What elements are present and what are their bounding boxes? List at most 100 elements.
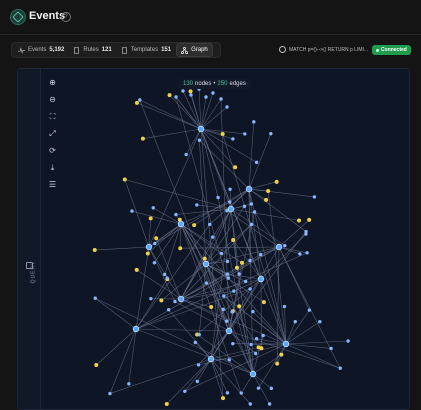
graph-node[interactable] — [211, 91, 214, 94]
graph-hub-node[interactable] — [198, 126, 204, 132]
graph-node[interactable] — [149, 216, 153, 220]
graph-node[interactable] — [249, 343, 252, 346]
graph-node[interactable] — [228, 188, 231, 191]
graph-node[interactable] — [269, 132, 272, 135]
graph-node[interactable] — [123, 177, 127, 181]
graph-node[interactable] — [196, 380, 199, 383]
graph-hub-node[interactable] — [250, 371, 256, 377]
graph-node[interactable] — [233, 165, 237, 169]
graph-node[interactable] — [167, 308, 170, 311]
graph-hub-node[interactable] — [146, 244, 152, 250]
graph-node[interactable] — [153, 242, 156, 245]
graph-node[interactable] — [138, 98, 141, 101]
settings-sliders-icon[interactable]: ☰ — [48, 181, 57, 189]
graph-node[interactable] — [173, 300, 176, 303]
tab-rules[interactable]: Rules 121 — [69, 44, 115, 56]
graph-hub-node[interactable] — [178, 221, 184, 227]
graph-node[interactable] — [183, 390, 186, 393]
graph-node[interactable] — [298, 252, 301, 255]
graph-node[interactable] — [283, 244, 286, 247]
graph-node[interactable] — [181, 89, 184, 92]
graph-node[interactable] — [318, 320, 321, 323]
graph-node[interactable] — [248, 259, 251, 262]
graph-node[interactable] — [146, 251, 150, 255]
graph-node[interactable] — [152, 206, 155, 209]
query-rail[interactable]: QUERY — [18, 69, 41, 409]
graph-node[interactable] — [257, 345, 261, 349]
graph-node[interactable] — [127, 382, 130, 385]
graph-node[interactable] — [174, 213, 177, 216]
graph-hub-node[interactable] — [258, 276, 264, 282]
graph-node[interactable] — [231, 238, 235, 242]
graph-node[interactable] — [240, 261, 244, 265]
graph-node[interactable] — [226, 391, 229, 394]
zoom-out-icon[interactable]: ⊖ — [48, 96, 57, 104]
graph-node[interactable] — [222, 294, 225, 297]
graph-node[interactable] — [203, 257, 207, 261]
graph-node[interactable] — [255, 161, 258, 164]
graph-node[interactable] — [226, 273, 229, 276]
graph-node[interactable] — [257, 386, 260, 389]
graph-node[interactable] — [249, 402, 252, 405]
graph-node[interactable] — [141, 137, 145, 141]
graph-node[interactable] — [243, 205, 246, 208]
graph-node[interactable] — [135, 268, 139, 272]
graph-node[interactable] — [221, 132, 225, 136]
graph-node[interactable] — [198, 333, 201, 336]
graph-node[interactable] — [219, 97, 222, 100]
graph-node[interactable] — [283, 305, 286, 308]
graph-node[interactable] — [165, 276, 168, 279]
graph-hub-node[interactable] — [283, 341, 289, 347]
fit-screen-icon[interactable]: ⛶ — [48, 113, 57, 121]
graph-node[interactable] — [216, 196, 219, 199]
graph-node[interactable] — [153, 261, 156, 264]
graph-hub-node[interactable] — [228, 206, 234, 212]
graph-node[interactable] — [304, 232, 307, 235]
graph-visualization[interactable] — [41, 69, 409, 409]
graph-node[interactable] — [222, 308, 225, 311]
graph-node[interactable] — [275, 362, 279, 366]
graph-node[interactable] — [268, 402, 271, 405]
graph-node[interactable] — [195, 203, 198, 206]
graph-node[interactable] — [197, 363, 200, 366]
graph-node[interactable] — [329, 347, 332, 350]
expand-icon[interactable]: ⤢ — [48, 130, 57, 138]
download-icon[interactable]: ⤓ — [48, 164, 57, 172]
graph-node[interactable] — [205, 281, 208, 284]
graph-node[interactable] — [228, 200, 231, 203]
graph-node[interactable] — [279, 353, 283, 357]
graph-node[interactable] — [189, 93, 192, 96]
graph-node[interactable] — [178, 246, 182, 250]
graph-node[interactable] — [251, 310, 254, 313]
graph-node[interactable] — [305, 251, 308, 254]
graph-node[interactable] — [297, 218, 301, 222]
graph-node[interactable] — [243, 132, 246, 135]
graph-node[interactable] — [227, 276, 230, 279]
graph-node[interactable] — [308, 308, 311, 311]
graph-node[interactable] — [253, 210, 256, 213]
graph-node[interactable] — [270, 387, 273, 390]
tab-graph[interactable]: Graph — [176, 43, 213, 57]
graph-node[interactable] — [294, 320, 297, 323]
graph-node[interactable] — [259, 253, 262, 256]
graph-hub-node[interactable] — [226, 328, 232, 334]
graph-node[interactable] — [275, 180, 279, 184]
graph-node[interactable] — [250, 223, 253, 226]
active-query[interactable]: MATCH p=()-->() RETURN p LIMI... — [279, 46, 368, 53]
graph-node[interactable] — [165, 402, 169, 406]
graph-node[interactable] — [235, 266, 239, 270]
graph-node[interactable] — [163, 273, 166, 276]
graph-node[interactable] — [174, 95, 177, 98]
graph-node[interactable] — [93, 248, 97, 252]
graph-node[interactable] — [266, 189, 270, 193]
graph-node[interactable] — [211, 235, 214, 238]
graph-node[interactable] — [154, 236, 158, 240]
graph-node[interactable] — [94, 297, 97, 300]
graph-node[interactable] — [221, 396, 225, 400]
graph-node[interactable] — [168, 93, 172, 97]
graph-node[interactable] — [237, 304, 241, 308]
graph-node[interactable] — [225, 320, 228, 323]
graph-node[interactable] — [307, 218, 311, 222]
graph-node[interactable] — [254, 352, 257, 355]
graph-hub-node[interactable] — [246, 186, 252, 192]
